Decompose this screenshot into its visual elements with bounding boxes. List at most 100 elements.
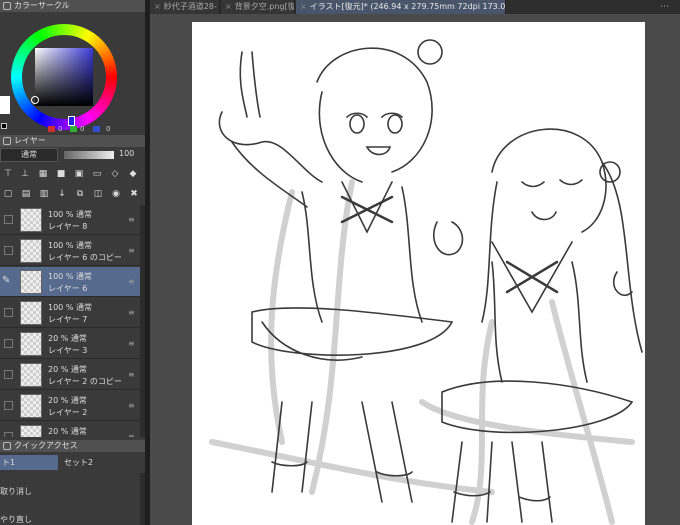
- lock-icon[interactable]: ■: [56, 169, 66, 179]
- draft-icon[interactable]: ◆: [128, 169, 138, 179]
- layer-list: 100 % 通常 レイヤー 8 ≡ 100 % 通常 レイヤー 6 のコピー ≡…: [0, 205, 145, 437]
- layer-opacity-mode: 100 % 通常: [48, 210, 92, 219]
- close-icon[interactable]: ×: [300, 2, 307, 11]
- new-vector-layer-icon[interactable]: ▤: [21, 189, 31, 199]
- document-tab-1-label: 紗代子酒道28-: [163, 2, 217, 11]
- layer-name: レイヤー 2: [48, 408, 88, 417]
- layer-name: レイヤー 6: [48, 284, 88, 293]
- new-raster-layer-icon[interactable]: ▢: [3, 189, 13, 199]
- layer-opacity-mode: 20 % 通常: [48, 427, 87, 436]
- hue-ring[interactable]: [11, 24, 117, 130]
- visibility-checkbox[interactable]: [4, 370, 13, 379]
- layer-thumbnail: [20, 425, 42, 437]
- layer-row-selected[interactable]: ✎ 100 % 通常 レイヤー 6 ≡: [0, 267, 140, 297]
- layer-row[interactable]: 20 % 通常 レイヤー 2 のコピー ≡: [0, 360, 140, 390]
- visibility-checkbox[interactable]: [4, 246, 13, 255]
- layer-row[interactable]: 100 % 通常 レイヤー 7 ≡: [0, 298, 140, 328]
- layer-mask-icon[interactable]: ◉: [111, 189, 121, 199]
- close-icon[interactable]: ×: [154, 2, 161, 11]
- main-color-swatch[interactable]: [0, 96, 10, 114]
- layer-name: レイヤー 2 のコピー: [48, 377, 122, 386]
- visibility-checkbox[interactable]: [4, 401, 13, 410]
- layer-row[interactable]: 20 % 通常 レイヤー 2 ≡: [0, 391, 140, 421]
- opacity-value: 100: [119, 149, 135, 158]
- blue-value: 0: [106, 125, 111, 133]
- ruler-icon[interactable]: ▭: [92, 169, 102, 179]
- document-tab-3-active[interactable]: × イラスト[復元]* (246.94 x 279.75mm 72dpi 173.…: [296, 0, 506, 14]
- mask-icon[interactable]: ▣: [74, 169, 84, 179]
- layer-thumbnail: [20, 363, 42, 387]
- red-value: 0: [58, 125, 63, 133]
- quick-access-tab-1[interactable]: ト1: [0, 455, 58, 470]
- lock-transparency-icon[interactable]: ▦: [38, 169, 48, 179]
- palette-icon[interactable]: ◇: [110, 169, 120, 179]
- visibility-checkbox[interactable]: [4, 339, 13, 348]
- layer-menu-icon[interactable]: ≡: [128, 432, 135, 437]
- layer-menu-icon[interactable]: ≡: [128, 370, 135, 379]
- layer-row[interactable]: 100 % 通常 レイヤー 6 のコピー ≡: [0, 236, 140, 266]
- quick-access-icon: [3, 442, 11, 450]
- layer-row[interactable]: 20 % 通常 ≡: [0, 422, 140, 437]
- color-circle-icon: [3, 2, 11, 10]
- duplicate-layer-icon[interactable]: ⧉: [75, 189, 85, 199]
- left-panel: カラーサークル 0 0 0 レイヤー 通常 100 ⊤ ⊥ ▦ ■ ▣ ▭ ◇ …: [0, 0, 145, 525]
- saturation-value-square[interactable]: [35, 48, 93, 106]
- layer-thumbnail: [20, 239, 42, 263]
- layer-menu-icon[interactable]: ≡: [128, 339, 135, 348]
- document-tab-1[interactable]: × 紗代子酒道28-: [150, 0, 220, 14]
- layer-menu-icon[interactable]: ≡: [128, 246, 135, 255]
- green-value: 0: [80, 125, 85, 133]
- layer-icon-row-1: ⊤ ⊥ ▦ ■ ▣ ▭ ◇ ◆: [0, 166, 145, 182]
- layer-thumbnail: [20, 394, 42, 418]
- document-tab-2[interactable]: × 背景夕空.png[復: [221, 0, 295, 14]
- hue-cursor[interactable]: [68, 116, 75, 126]
- layer-menu-icon[interactable]: ≡: [128, 215, 135, 224]
- layer-row[interactable]: 100 % 通常 レイヤー 8 ≡: [0, 205, 140, 235]
- tab-menu-icon[interactable]: ⋯: [660, 2, 669, 12]
- green-channel-icon: [70, 126, 77, 132]
- merge-down-icon[interactable]: ↓: [57, 189, 67, 199]
- quick-access-tab-2[interactable]: セット2: [62, 455, 122, 470]
- visibility-checkbox[interactable]: [4, 308, 13, 317]
- layer-menu-icon[interactable]: ≡: [128, 401, 135, 410]
- layer-opacity-mode: 100 % 通常: [48, 241, 92, 250]
- visibility-checkbox[interactable]: [4, 215, 13, 224]
- layer-thumbnail: [20, 270, 42, 294]
- layer-icon-row-2: ▢ ▤ ▥ ↓ ⧉ ◫ ◉ ✖: [0, 186, 145, 202]
- clip-icon[interactable]: ⊥: [20, 169, 30, 179]
- layer-panel-icon: [3, 137, 11, 145]
- red-channel-icon: [48, 126, 55, 132]
- color-swap-icon[interactable]: [0, 122, 10, 132]
- sketch-illustration: [209, 39, 643, 525]
- layer-menu-icon[interactable]: ≡: [128, 277, 135, 286]
- layer-row[interactable]: 20 % 通常 レイヤー 3 ≡: [0, 329, 140, 359]
- new-folder-icon[interactable]: ▥: [39, 189, 49, 199]
- quick-access-title[interactable]: クイックアクセス: [0, 440, 145, 452]
- app-window: カラーサークル 0 0 0 レイヤー 通常 100 ⊤ ⊥ ▦ ■ ▣ ▭ ◇ …: [0, 0, 680, 525]
- layer-name: レイヤー 8: [48, 222, 88, 231]
- canvas-workspace: [150, 14, 680, 525]
- combine-icon[interactable]: ◫: [93, 189, 103, 199]
- close-icon[interactable]: ×: [225, 2, 232, 11]
- layer-name: レイヤー 6 のコピー: [48, 253, 122, 262]
- blend-mode-select[interactable]: 通常: [0, 148, 58, 162]
- reference-layer-icon[interactable]: ⊤: [3, 169, 13, 179]
- color-circle-title[interactable]: カラーサークル: [0, 0, 145, 12]
- undo-command[interactable]: 取り消し: [0, 486, 32, 497]
- layer-name: レイヤー 3: [48, 346, 88, 355]
- layer-name: レイヤー 7: [48, 315, 88, 324]
- layer-panel-title[interactable]: レイヤー: [0, 135, 145, 147]
- color-circle-title-label: カラーサークル: [14, 1, 70, 10]
- canvas-paper[interactable]: [192, 22, 645, 525]
- opacity-slider[interactable]: [64, 151, 114, 159]
- document-tab-2-label: 背景夕空.png[復: [234, 2, 295, 11]
- redo-command[interactable]: やり直し: [0, 514, 32, 525]
- layer-opacity-mode: 100 % 通常: [48, 272, 92, 281]
- sv-cursor[interactable]: [31, 96, 39, 104]
- visibility-checkbox[interactable]: [4, 432, 13, 437]
- color-circle-panel: 0 0 0: [0, 12, 145, 133]
- layer-panel-title-label: レイヤー: [14, 136, 46, 145]
- delete-layer-icon[interactable]: ✖: [129, 189, 139, 199]
- pen-edit-icon: ✎: [2, 275, 11, 286]
- layer-menu-icon[interactable]: ≡: [128, 308, 135, 317]
